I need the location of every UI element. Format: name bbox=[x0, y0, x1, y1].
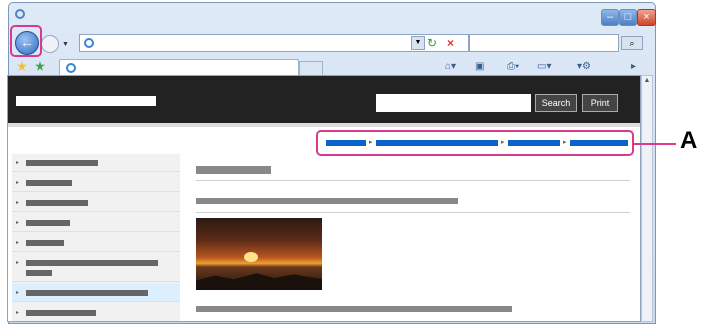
chevron-right-icon: ▸ bbox=[16, 240, 20, 246]
vertical-scrollbar[interactable]: ▲ bbox=[641, 75, 653, 322]
search-button[interactable]: Search bbox=[535, 94, 577, 112]
favorites-star-icon[interactable] bbox=[17, 61, 27, 71]
sidebar-item[interactable]: ▸ bbox=[12, 154, 180, 172]
sidebar-item[interactable]: ▸ bbox=[12, 254, 180, 282]
stop-icon[interactable]: × bbox=[447, 36, 461, 50]
home-icon[interactable]: ⌂▾ bbox=[445, 60, 456, 74]
site-logo bbox=[16, 96, 156, 106]
address-dropdown-icon[interactable]: ▼ bbox=[411, 36, 425, 50]
site-header: Search Print bbox=[8, 76, 640, 127]
chevron-right-icon: ▸ bbox=[16, 180, 20, 186]
sidebar-item[interactable]: ▸ bbox=[12, 174, 180, 192]
body-text bbox=[196, 306, 512, 312]
breadcrumb-separator-icon: ▸ bbox=[501, 139, 505, 146]
add-favorite-icon[interactable] bbox=[35, 61, 45, 71]
sidebar-item-label bbox=[26, 200, 88, 206]
sunset-photo bbox=[196, 218, 322, 290]
close-button[interactable]: × bbox=[637, 9, 656, 26]
tab-row: ⌂▾ ▣ ⎙▾ ▭▾ ▾⚙ ▸ bbox=[9, 57, 655, 77]
breadcrumb: ▸ ▸ ▸ bbox=[316, 130, 634, 156]
sidebar-item-label bbox=[26, 290, 148, 296]
print-button[interactable]: Print bbox=[582, 94, 618, 112]
maximize-button[interactable]: □ bbox=[619, 9, 637, 26]
sidebar-item-label bbox=[26, 310, 96, 316]
back-button-highlight bbox=[10, 25, 42, 57]
sidebar-item-label bbox=[26, 160, 98, 166]
breadcrumb-separator-icon: ▸ bbox=[563, 139, 567, 146]
breadcrumb-link[interactable] bbox=[508, 140, 560, 146]
breadcrumb-separator-icon: ▸ bbox=[369, 139, 373, 146]
title-bar: – □ × bbox=[9, 3, 656, 29]
scroll-up-icon[interactable]: ▲ bbox=[643, 77, 651, 87]
sidebar-item-label bbox=[26, 260, 158, 266]
refresh-icon[interactable]: ↻ bbox=[427, 36, 441, 50]
sidebar-item-label bbox=[26, 270, 52, 276]
divider bbox=[196, 212, 630, 213]
history-dropdown-icon[interactable]: ▼ bbox=[62, 41, 69, 48]
sidebar-item-active[interactable]: ▸ bbox=[12, 284, 180, 302]
sun-shape bbox=[244, 252, 258, 262]
mountain-silhouette bbox=[196, 273, 322, 290]
chevron-right-icon: ▸ bbox=[16, 220, 20, 226]
forward-button[interactable] bbox=[41, 35, 59, 53]
minimize-button[interactable]: – bbox=[601, 9, 619, 26]
sidebar-item[interactable]: ▸ bbox=[12, 214, 180, 232]
sidebar-item-label bbox=[26, 240, 64, 246]
new-tab-button[interactable] bbox=[299, 61, 323, 76]
sidebar-item-label bbox=[26, 220, 70, 226]
divider bbox=[196, 180, 630, 181]
site-search-input[interactable] bbox=[376, 94, 531, 112]
sidebar-item[interactable]: ▸ bbox=[12, 234, 180, 252]
breadcrumb-link[interactable] bbox=[570, 140, 628, 146]
callout-label: A bbox=[680, 127, 698, 154]
feeds-icon[interactable]: ▣ bbox=[475, 60, 484, 74]
sidebar-item[interactable]: ▸ bbox=[12, 194, 180, 212]
breadcrumb-link[interactable] bbox=[376, 140, 498, 146]
tools-icon[interactable]: ▾⚙ bbox=[577, 60, 591, 74]
ie-logo-icon bbox=[15, 9, 25, 19]
callout-line bbox=[634, 143, 676, 145]
sidebar-item-label bbox=[26, 180, 72, 186]
page-viewport: Search Print ▸ ▸ ▸ ▸ ▸ ▸ ▸ ▸ ▸ ▸ ▸ bbox=[7, 75, 641, 322]
breadcrumb-link[interactable] bbox=[326, 140, 366, 146]
print-icon[interactable]: ⎙▾ bbox=[507, 60, 519, 74]
page-menu-icon[interactable]: ▭▾ bbox=[537, 60, 551, 74]
search-go-icon[interactable]: ⌕ bbox=[621, 36, 643, 50]
chevron-right-icon: ▸ bbox=[16, 260, 20, 266]
sidebar-item[interactable]: ▸ bbox=[12, 304, 180, 321]
navigation-toolbar: ← ▼ ▼ ↻ × ⌕ bbox=[9, 31, 655, 55]
browser-search-input[interactable] bbox=[469, 34, 619, 52]
tab-page-icon bbox=[66, 63, 76, 73]
chevron-right-icon: ▸ bbox=[16, 160, 20, 166]
more-icon[interactable]: ▸ bbox=[631, 60, 636, 74]
chevron-right-icon: ▸ bbox=[16, 290, 20, 296]
chevron-right-icon: ▸ bbox=[16, 310, 20, 316]
chevron-right-icon: ▸ bbox=[16, 200, 20, 206]
section-heading bbox=[196, 198, 458, 204]
page-title bbox=[196, 166, 271, 174]
page-icon bbox=[84, 38, 94, 48]
sidebar: ▸ ▸ ▸ ▸ ▸ ▸ ▸ ▸ bbox=[12, 154, 180, 321]
